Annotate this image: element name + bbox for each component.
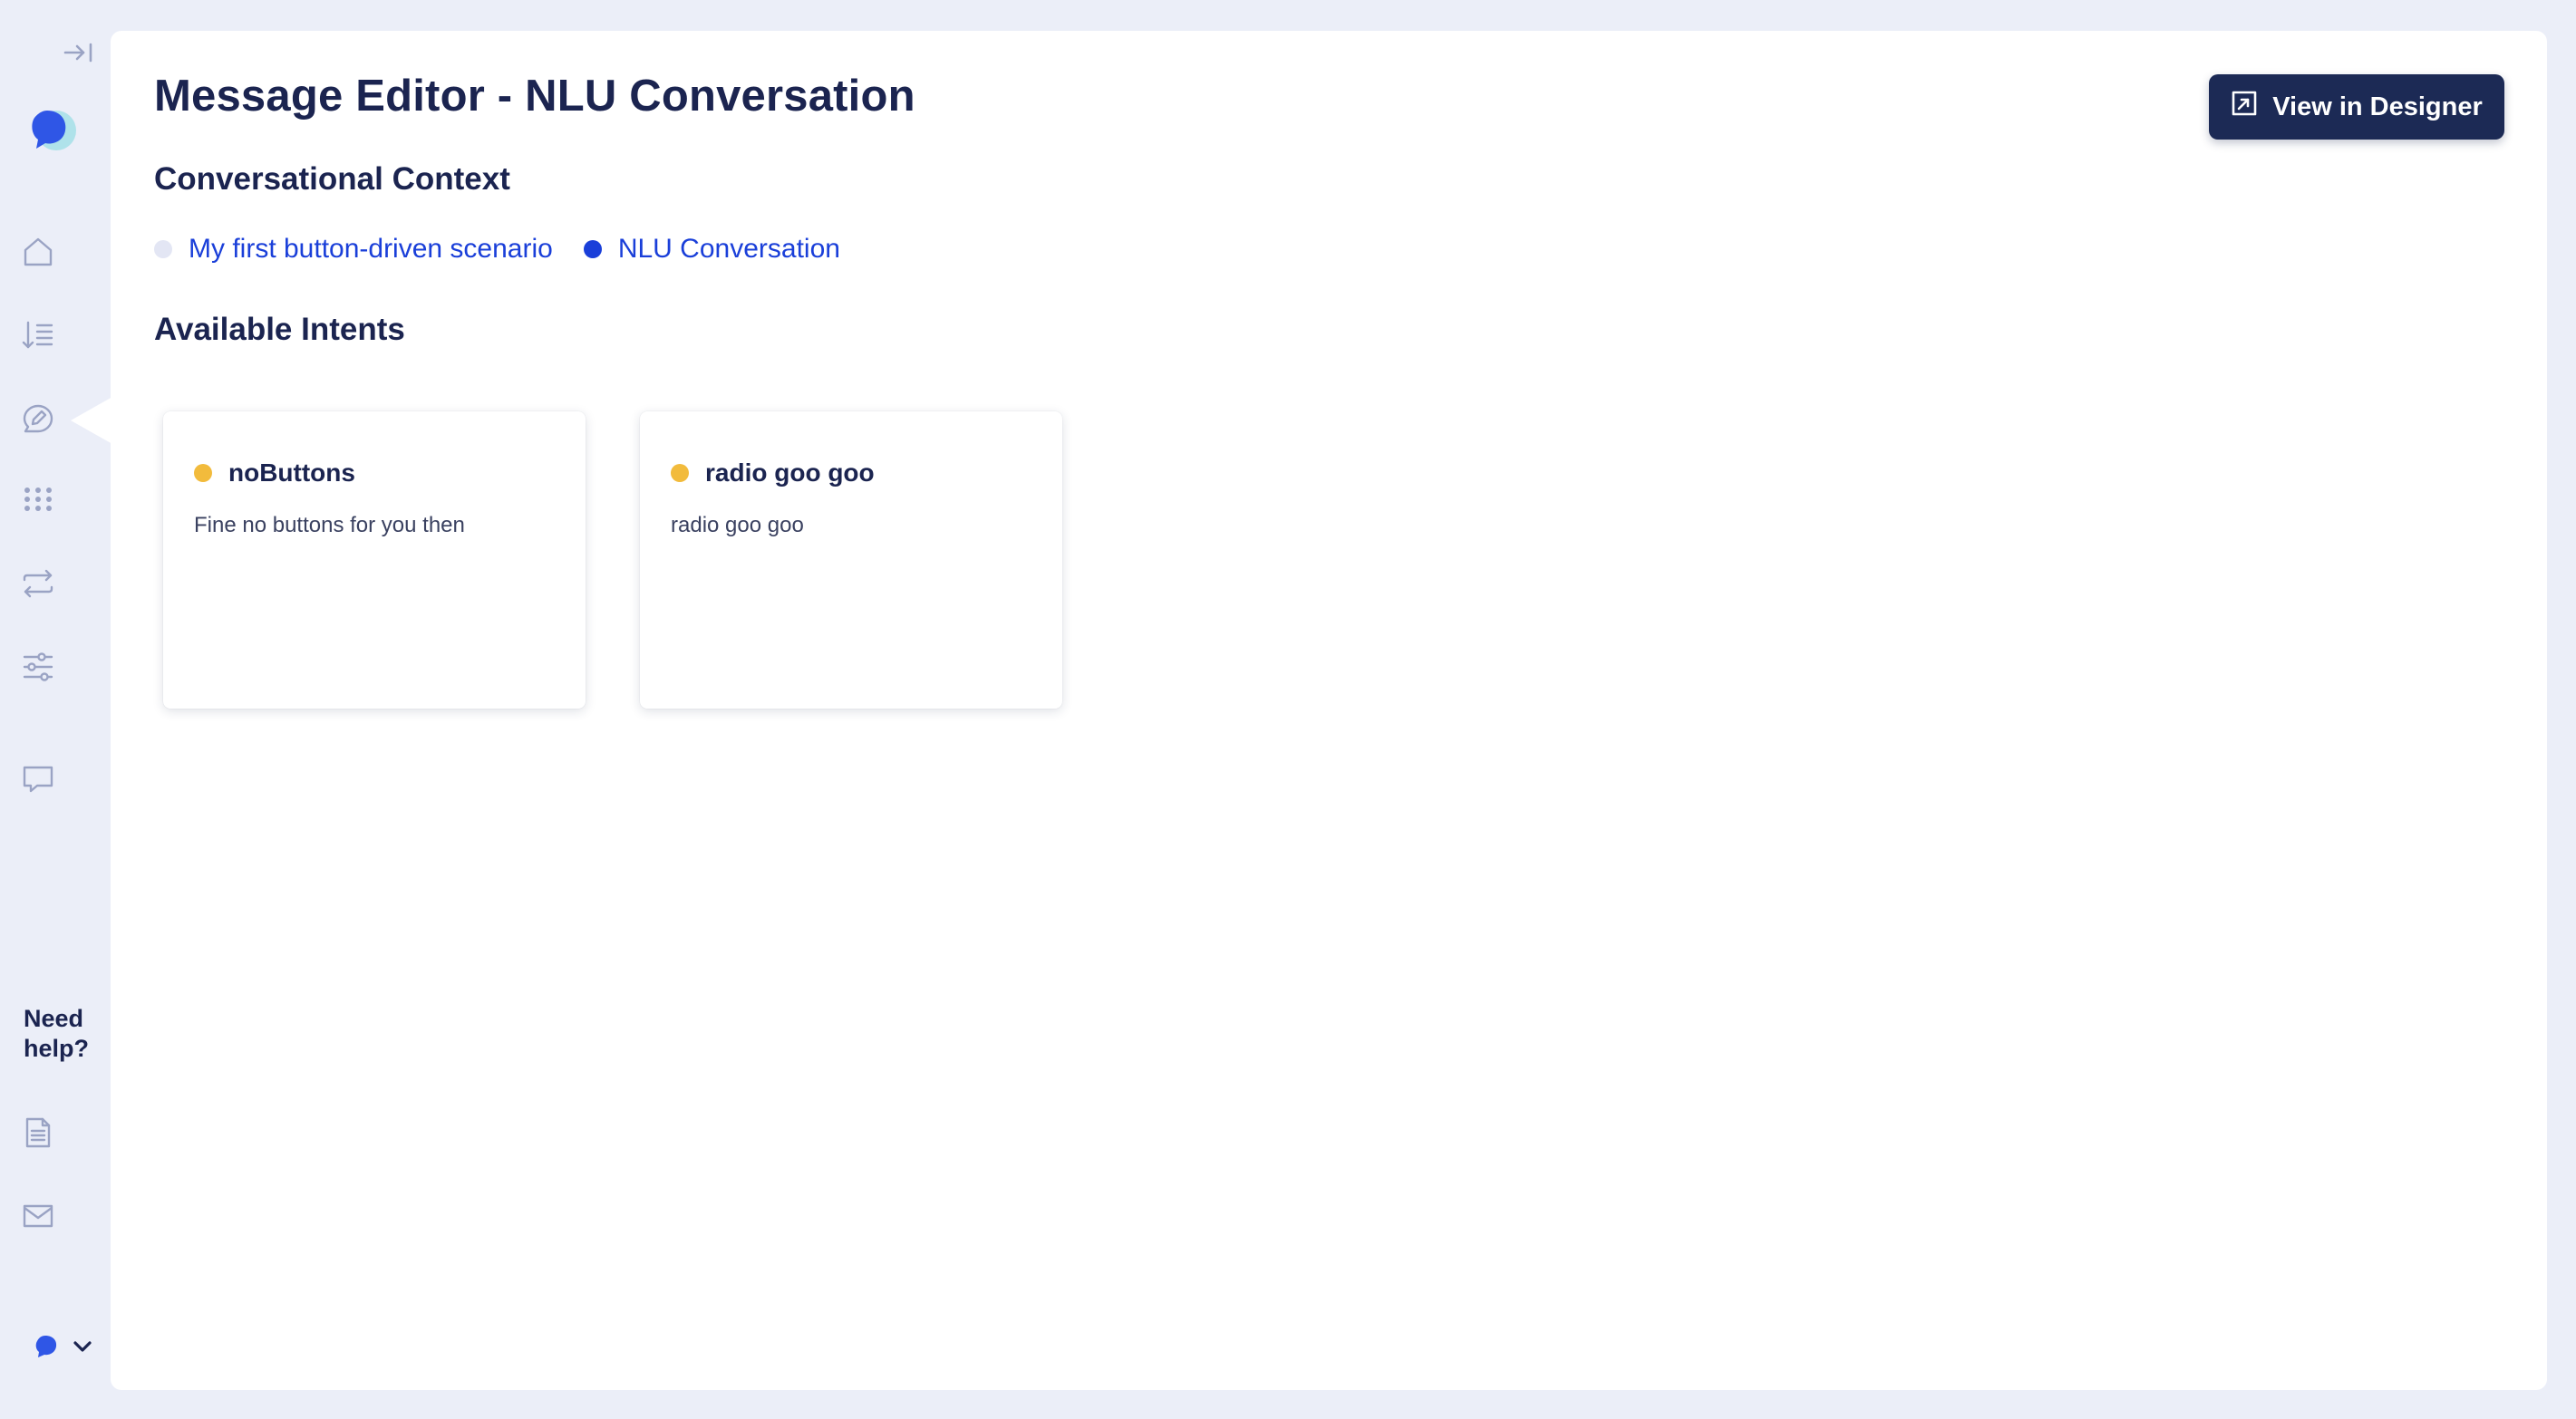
available-intents-heading: Available Intents bbox=[154, 312, 405, 347]
conversational-context-heading: Conversational Context bbox=[154, 161, 510, 197]
apps-grid-icon[interactable] bbox=[18, 479, 58, 519]
mail-icon[interactable] bbox=[18, 1196, 58, 1236]
context-dot bbox=[583, 240, 602, 258]
chevron-down-icon bbox=[73, 1340, 92, 1353]
sort-list-icon[interactable] bbox=[18, 315, 58, 355]
context-dot bbox=[154, 240, 172, 258]
intent-card-header: radio goo goo bbox=[671, 459, 875, 487]
external-open-icon bbox=[2231, 90, 2258, 124]
document-icon[interactable] bbox=[18, 1113, 58, 1153]
context-link[interactable]: NLU Conversation bbox=[618, 234, 840, 265]
intent-description: radio goo goo bbox=[671, 513, 804, 537]
view-in-designer-button[interactable]: View in Designer bbox=[2209, 74, 2504, 140]
message-editor-icon[interactable] bbox=[18, 400, 58, 439]
home-icon[interactable] bbox=[18, 232, 58, 272]
intent-status-dot bbox=[671, 464, 689, 482]
active-nav-indicator bbox=[71, 397, 112, 444]
sidebar: Need help? bbox=[0, 0, 112, 1419]
intent-card[interactable]: radio goo goo radio goo goo bbox=[640, 411, 1062, 709]
repeat-icon[interactable] bbox=[18, 564, 58, 603]
intent-name: radio goo goo bbox=[705, 459, 875, 487]
view-in-designer-label: View in Designer bbox=[2272, 92, 2483, 121]
context-item[interactable]: My first button-driven scenario bbox=[154, 234, 553, 265]
intent-name: noButtons bbox=[228, 459, 355, 487]
sliders-icon[interactable] bbox=[18, 647, 58, 687]
user-menu[interactable] bbox=[33, 1330, 105, 1363]
page-title: Message Editor - NLU Conversation bbox=[154, 72, 915, 121]
context-link[interactable]: My first button-driven scenario bbox=[189, 234, 553, 265]
user-avatar-icon bbox=[33, 1333, 60, 1360]
intent-status-dot bbox=[194, 464, 212, 482]
intent-card-header: noButtons bbox=[194, 459, 355, 487]
collapse-sidebar-icon[interactable] bbox=[62, 36, 96, 69]
main-panel: Message Editor - NLU Conversation View i… bbox=[111, 31, 2547, 1390]
intent-description: Fine no buttons for you then bbox=[194, 513, 465, 537]
app-logo[interactable] bbox=[20, 98, 82, 159]
context-list: My first button-driven scenario NLU Conv… bbox=[154, 234, 840, 265]
chat-icon[interactable] bbox=[18, 759, 58, 799]
intent-card[interactable]: noButtons Fine no buttons for you then bbox=[163, 411, 586, 709]
context-item[interactable]: NLU Conversation bbox=[583, 234, 840, 265]
need-help-label: Need help? bbox=[24, 1005, 89, 1062]
